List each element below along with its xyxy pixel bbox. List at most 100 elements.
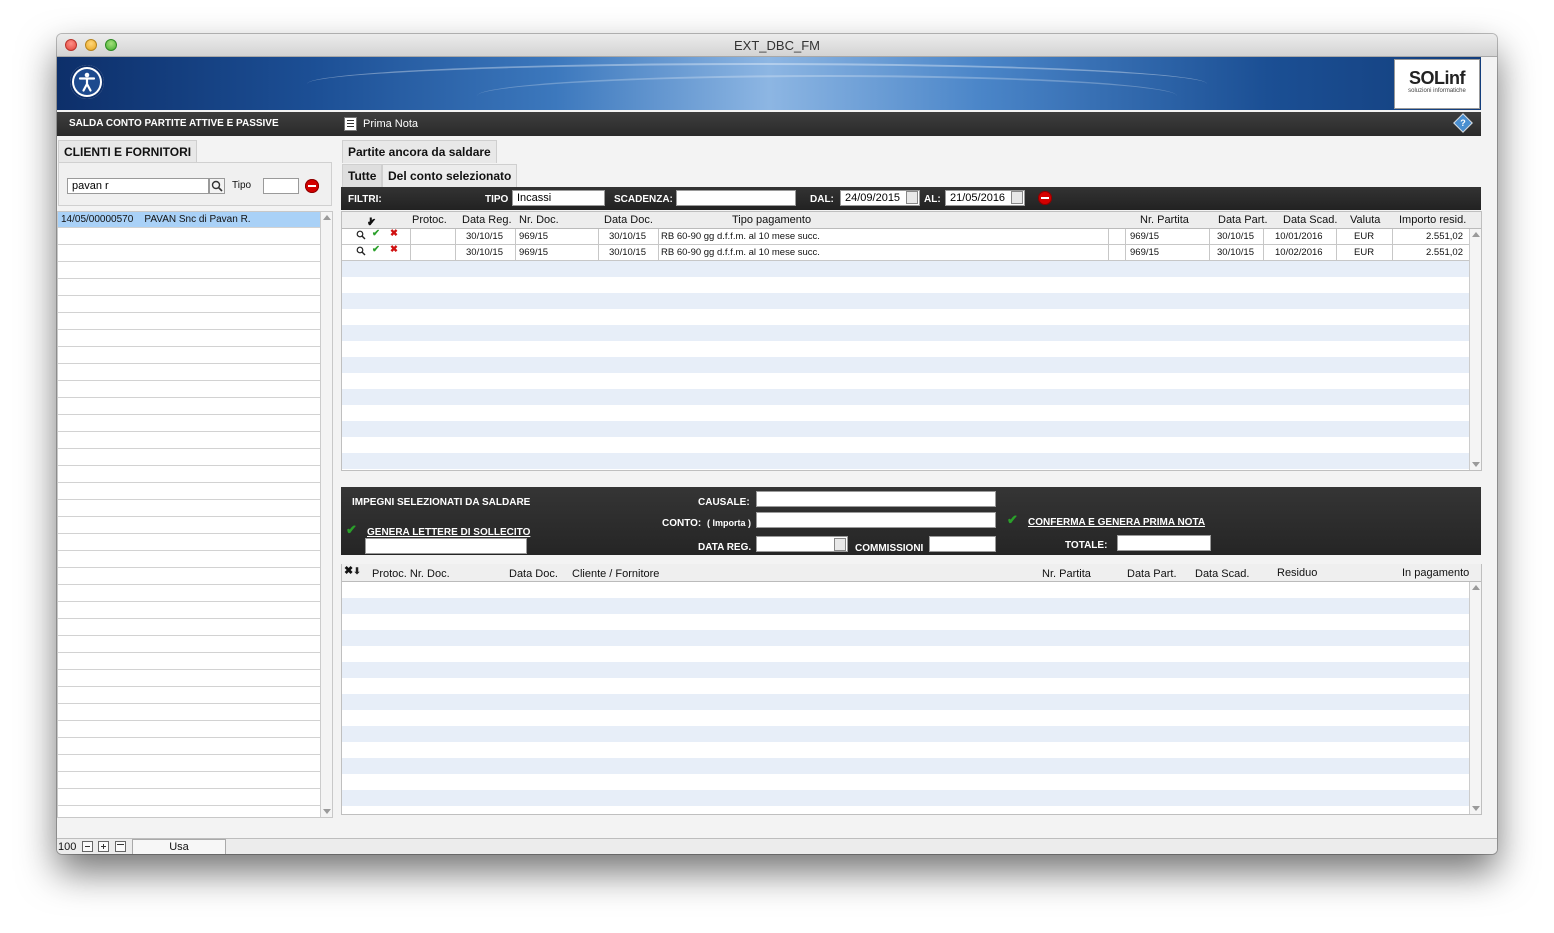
subtab-conto-selezionato[interactable]: Del conto selezionato [382, 164, 518, 187]
subtab-tutte[interactable]: Tutte [342, 164, 383, 187]
col-nr-partita[interactable]: Nr. Partita [1042, 568, 1091, 580]
view-icon[interactable] [356, 230, 366, 243]
empty-row [58, 551, 320, 568]
scroll-up-icon[interactable] [1472, 232, 1480, 237]
scroll-down-icon[interactable] [323, 809, 331, 814]
impegni-title: IMPEGNI SELEZIONATI DA SALDARE [352, 497, 531, 508]
search-input[interactable] [67, 178, 209, 194]
remove-all-icon[interactable]: ✖ ⬇ [344, 564, 361, 577]
col-valuta[interactable]: Valuta [1350, 214, 1380, 226]
accessibility-button[interactable] [70, 65, 104, 99]
empty-row [58, 449, 320, 466]
tipo-filter-input[interactable] [512, 190, 605, 206]
cell-valuta: EUR [1354, 247, 1375, 258]
importa-button[interactable]: ( Importa ) [707, 518, 751, 528]
genera-lettere-link[interactable]: GENERA LETTERE DI SOLLECITO [367, 527, 530, 538]
delete-icon[interactable]: ✖ [390, 244, 398, 255]
empty-row [342, 694, 1481, 710]
header-banner: SOLinf soluzioni informatiche [57, 57, 1481, 110]
empty-row [58, 806, 320, 817]
scroll-down-icon[interactable] [1472, 806, 1480, 811]
zoom-out-icon[interactable] [82, 841, 93, 852]
col-data-scad[interactable]: Data Scad. [1195, 568, 1249, 580]
zoom-in-icon[interactable] [98, 841, 109, 852]
col-nr-partita[interactable]: Nr. Partita [1140, 214, 1189, 226]
tipo-input[interactable] [263, 178, 299, 194]
col-data-part[interactable]: Data Part. [1127, 568, 1177, 580]
col-protoc[interactable]: Protoc. [412, 214, 447, 226]
partite-scrollbar[interactable] [1469, 229, 1481, 470]
tipo-label: Tipo [232, 180, 252, 191]
empty-row [58, 568, 320, 585]
scroll-up-icon[interactable] [323, 215, 331, 220]
sollecito-input[interactable] [365, 538, 527, 554]
mode-indicator[interactable]: Usa [132, 839, 226, 854]
empty-row [342, 325, 1481, 341]
conto-input[interactable] [756, 512, 996, 528]
scroll-up-icon[interactable] [1472, 585, 1480, 590]
search-button[interactable] [209, 178, 225, 194]
left-search-panel: Tipo [58, 162, 332, 206]
empty-row [342, 614, 1481, 630]
empty-row [58, 483, 320, 500]
scroll-down-icon[interactable] [1472, 462, 1480, 467]
empty-row [342, 678, 1481, 694]
col-in-pagamento[interactable]: In pagamento [1402, 567, 1469, 579]
table-row[interactable]: ✔ ✖ 30/10/15 969/15 30/10/15 RB 60-90 gg… [342, 244, 1481, 261]
conferma-prima-nota-link[interactable]: CONFERMA E GENERA PRIMA NOTA [1028, 517, 1205, 528]
empty-row [342, 582, 1481, 598]
col-residuo[interactable]: Residuo [1277, 567, 1317, 579]
delete-icon[interactable]: ✖ [390, 228, 398, 239]
clients-scrollbar[interactable] [320, 212, 332, 817]
window-title: EXT_DBC_FM [734, 38, 820, 53]
check-icon: ✔ [1007, 512, 1018, 527]
col-tipo-pagamento[interactable]: Tipo pagamento [732, 214, 811, 226]
empty-row [342, 293, 1481, 309]
empty-row [342, 421, 1481, 437]
clear-filters-icon[interactable] [1038, 191, 1052, 205]
partite-grid-header: ✔ ⬇ Protoc. Data Reg. Nr. Doc. Data Doc. … [342, 212, 1481, 229]
table-row[interactable]: ✔ ✖ 30/10/15 969/15 30/10/15 RB 60-90 gg… [342, 228, 1481, 245]
help-button[interactable]: ? [1453, 113, 1473, 133]
commissioni-input[interactable] [929, 536, 996, 552]
selected-grid: ✖ ⬇ Protoc. Nr. Doc. Data Doc. Cliente / … [341, 564, 1482, 815]
toggle-toolbar-icon[interactable] [115, 841, 126, 852]
tab-partite-da-saldare[interactable]: Partite ancora da saldare [342, 140, 497, 163]
view-icon[interactable] [356, 246, 366, 259]
col-cliente-fornitore[interactable]: Cliente / Fornitore [572, 568, 659, 580]
col-importo-resid[interactable]: Importo resid. [1399, 214, 1466, 226]
zoom-level[interactable]: 100 [58, 841, 76, 853]
col-data-doc[interactable]: Data Doc. [509, 568, 558, 580]
empty-row [58, 432, 320, 449]
col-nr-doc[interactable]: Nr. Doc. [519, 214, 559, 226]
causale-input[interactable] [756, 491, 996, 507]
clear-filter-icon[interactable] [305, 179, 319, 193]
list-item[interactable]: 14/05/00000570 PAVAN Snc di Pavan R. [58, 212, 320, 228]
prima-nota-button[interactable]: Prima Nota [344, 115, 418, 133]
prima-nota-label: Prima Nota [363, 118, 419, 130]
title-bar: EXT_DBC_FM [57, 34, 1497, 57]
col-data-reg[interactable]: Data Reg. [462, 214, 512, 226]
col-data-doc[interactable]: Data Doc. [604, 214, 653, 226]
empty-row [58, 789, 320, 806]
totale-input[interactable] [1117, 535, 1211, 551]
calendar-icon[interactable] [906, 191, 918, 204]
selected-scrollbar[interactable] [1469, 582, 1481, 814]
tab-clienti-fornitori[interactable]: CLIENTI E FORNITORI [58, 140, 198, 163]
empty-row [58, 228, 320, 245]
filters-bar: FILTRI: TIPO SCADENZA: DAL: AL: [341, 187, 1481, 210]
check-icon[interactable]: ✔ [372, 244, 380, 255]
col-data-scad[interactable]: Data Scad. [1283, 214, 1337, 226]
calendar-icon[interactable] [1011, 191, 1023, 204]
check-icon[interactable]: ✔ [372, 228, 380, 239]
cell-data-doc: 30/10/15 [609, 231, 646, 242]
empty-row [342, 774, 1481, 790]
empty-row [342, 437, 1481, 453]
scadenza-input[interactable] [676, 190, 796, 206]
col-protoc-nr-doc[interactable]: Protoc. Nr. Doc. [372, 568, 450, 580]
selected-grid-header: ✖ ⬇ Protoc. Nr. Doc. Data Doc. Cliente / … [342, 564, 1481, 582]
empty-row [342, 790, 1481, 806]
empty-row [342, 453, 1481, 469]
col-data-part[interactable]: Data Part. [1218, 214, 1268, 226]
calendar-icon[interactable] [834, 538, 846, 551]
